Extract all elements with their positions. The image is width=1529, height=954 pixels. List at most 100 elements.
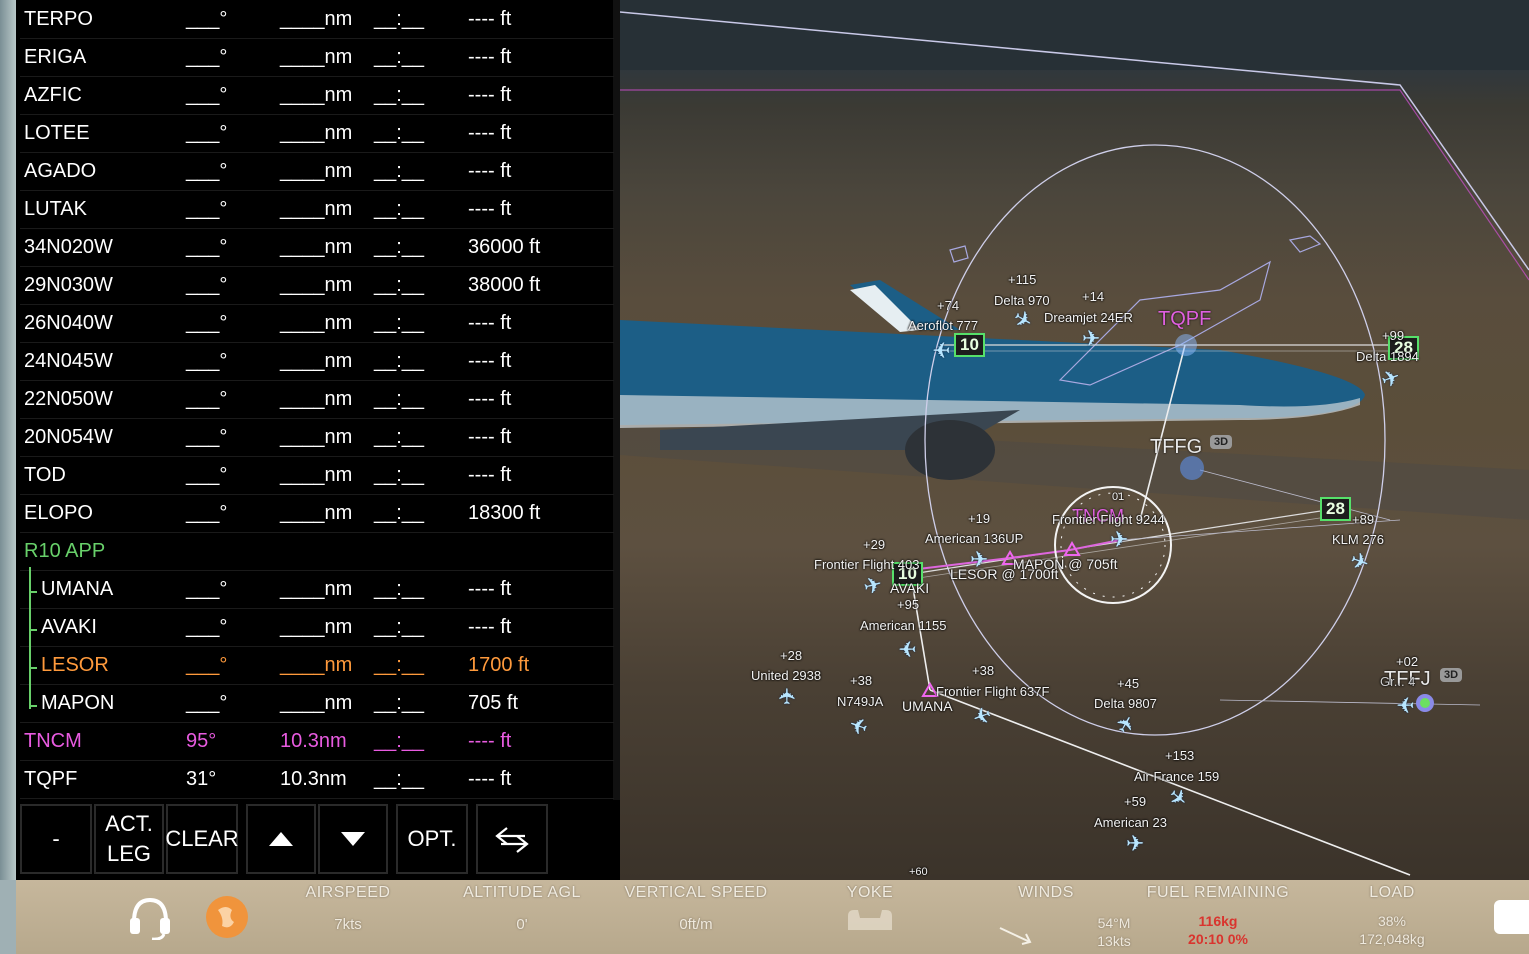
heading-value: ___° bbox=[186, 198, 228, 220]
flight-plan-row[interactable]: ELOPO ___° ____nm __:__ 18300 ft bbox=[20, 494, 614, 533]
traffic-callsign[interactable]: Air France 159 bbox=[1134, 769, 1219, 784]
distance-value: ____nm bbox=[280, 274, 353, 296]
flight-plan-row[interactable]: R10 APP bbox=[20, 532, 614, 571]
altitude-value[interactable]: ---- ft bbox=[468, 464, 511, 487]
altitude-value[interactable]: ---- ft bbox=[468, 578, 511, 601]
traffic-callsign[interactable]: Delta 1894 bbox=[1356, 349, 1419, 364]
traffic-callsign[interactable]: Frontier Flight 403 bbox=[814, 557, 920, 572]
waypoint-name: ELOPO bbox=[24, 502, 93, 524]
traffic-callsign[interactable]: American 23 bbox=[1094, 815, 1167, 830]
winds-speed: 13kts bbox=[1097, 933, 1131, 949]
heading-value: ___° bbox=[186, 236, 228, 258]
flight-plan-row[interactable]: LOTEE ___° ____nm __:__ ---- ft bbox=[20, 114, 614, 153]
altitude-value[interactable]: ---- ft bbox=[468, 84, 511, 107]
globe-icon[interactable] bbox=[206, 896, 248, 938]
traffic-plane-icon[interactable]: ✈ bbox=[932, 336, 950, 361]
options-button[interactable]: OPT. bbox=[396, 804, 468, 874]
traffic-plane-icon[interactable]: ✈ bbox=[1110, 530, 1128, 552]
flight-plan-row[interactable]: TQPF 31° 10.3nm __:__ ---- ft bbox=[20, 760, 614, 799]
flight-plan-row[interactable]: ERIGA ___° ____nm __:__ ---- ft bbox=[20, 38, 614, 77]
altitude-value[interactable]: ---- ft bbox=[468, 350, 511, 373]
traffic-plane-icon[interactable]: ✈ bbox=[1396, 691, 1414, 716]
clear-button[interactable]: CLEAR bbox=[165, 804, 239, 874]
altitude-value[interactable]: 18300 ft bbox=[468, 502, 540, 525]
altitude-value[interactable]: ---- ft bbox=[468, 426, 511, 449]
flight-plan-row[interactable]: LESOR ___° ____nm __:__ 1700 ft bbox=[20, 646, 614, 685]
eta-value: __:__ bbox=[374, 46, 425, 68]
traffic-plane-icon[interactable]: ✈ bbox=[898, 635, 916, 660]
altitude-value[interactable]: ---- ft bbox=[468, 616, 511, 639]
flight-plan-row[interactable]: MAPON ___° ____nm __:__ 705 ft bbox=[20, 684, 614, 723]
altitude-value[interactable]: ---- ft bbox=[468, 46, 511, 69]
traffic-callsign[interactable]: Gr... 4 bbox=[1380, 674, 1415, 689]
altitude-value[interactable]: 1700 ft bbox=[468, 654, 529, 677]
flight-plan-row[interactable]: UMANA ___° ____nm __:__ ---- ft bbox=[20, 570, 614, 609]
traffic-callsign[interactable]: N749JA bbox=[837, 694, 883, 709]
traffic-plane-icon[interactable]: ✈ bbox=[1126, 834, 1144, 856]
altitude-value[interactable]: 38000 ft bbox=[468, 274, 540, 297]
traffic-callsign[interactable]: United 2938 bbox=[751, 668, 821, 683]
traffic-callsign[interactable]: Aeroflot 777 bbox=[908, 318, 978, 333]
traffic-callsign[interactable]: KLM 276 bbox=[1332, 532, 1384, 547]
traffic-callsign[interactable]: Delta 9807 bbox=[1094, 696, 1157, 711]
heading-value: ___° bbox=[186, 350, 228, 372]
direct-to-button[interactable] bbox=[476, 804, 548, 874]
waypoint-name: TNCM bbox=[24, 730, 82, 752]
traffic-plane-icon[interactable]: ✈ bbox=[970, 550, 988, 572]
flight-plan-row[interactable]: 26N040W ___° ____nm __:__ ---- ft bbox=[20, 304, 614, 343]
altitude-value[interactable]: ---- ft bbox=[468, 160, 511, 183]
scroll-up-button[interactable] bbox=[246, 804, 316, 874]
altitude-value[interactable]: ---- ft bbox=[468, 312, 511, 335]
flight-plan-row[interactable]: LUTAK ___° ____nm __:__ ---- ft bbox=[20, 190, 614, 229]
traffic-callsign[interactable]: Frontier Flight 9244 bbox=[1052, 512, 1165, 527]
distance-value: ____nm bbox=[280, 388, 353, 410]
flight-plan-row[interactable]: TNCM 95° 10.3nm __:__ ---- ft bbox=[20, 722, 614, 761]
scroll-down-button[interactable] bbox=[318, 804, 388, 874]
eta-value: __:__ bbox=[374, 692, 425, 714]
traffic-plane-icon[interactable]: ✈ bbox=[776, 687, 801, 705]
altitude-value[interactable]: ---- ft bbox=[468, 768, 511, 791]
altitude-value[interactable]: 36000 ft bbox=[468, 236, 540, 259]
flight-plan-row[interactable]: 24N045W ___° ____nm __:__ ---- ft bbox=[20, 342, 614, 381]
traffic-callsign[interactable]: Dreamjet 24ER bbox=[1044, 310, 1133, 325]
panel-scrollbar[interactable] bbox=[613, 0, 620, 800]
distance-value: ____nm bbox=[280, 654, 353, 676]
flight-plan-row[interactable]: AZFIC ___° ____nm __:__ ---- ft bbox=[20, 76, 614, 115]
traffic-callsign[interactable]: American 1155 bbox=[860, 618, 946, 633]
headset-icon[interactable] bbox=[126, 894, 174, 944]
flight-plan-row[interactable]: AVAKI ___° ____nm __:__ ---- ft bbox=[20, 608, 614, 647]
distance-value: ____nm bbox=[280, 160, 353, 182]
traffic-callsign[interactable]: Frontier Flight 637F bbox=[936, 684, 1049, 699]
side-menu-tab[interactable] bbox=[1494, 900, 1529, 934]
fix-tffg[interactable]: TFFG bbox=[1150, 436, 1202, 459]
flight-plan-row[interactable]: AGADO ___° ____nm __:__ ---- ft bbox=[20, 152, 614, 191]
yoke-gauge[interactable]: YOKE bbox=[820, 884, 920, 939]
map-view[interactable]: TQPF TFFG 3D TFFJ 3D TNCM 10 28 28 10 AV… bbox=[620, 0, 1529, 880]
fix-tqpf[interactable]: TQPF bbox=[1158, 308, 1211, 331]
flight-plan-row[interactable]: 22N050W ___° ____nm __:__ ---- ft bbox=[20, 380, 614, 419]
flight-plan-row[interactable]: TERPO ___° ____nm __:__ ---- ft bbox=[20, 0, 614, 39]
altitude-value[interactable]: 705 ft bbox=[468, 692, 518, 715]
flight-plan-row[interactable]: 34N020W ___° ____nm __:__ 36000 ft bbox=[20, 228, 614, 267]
waypoint-name: LESOR bbox=[41, 654, 109, 676]
altitude-value[interactable]: ---- ft bbox=[468, 388, 511, 411]
altitude-value[interactable]: ---- ft bbox=[468, 8, 511, 31]
tffj-3d-tag[interactable]: 3D bbox=[1440, 668, 1463, 682]
altitude-value[interactable]: ---- ft bbox=[468, 122, 511, 145]
traffic-delta: +02 bbox=[1396, 654, 1419, 669]
traffic-callsign[interactable]: American 136UP bbox=[925, 531, 1023, 546]
flight-plan-row[interactable]: 20N054W ___° ____nm __:__ ---- ft bbox=[20, 418, 614, 457]
flight-plan-row[interactable]: 29N030W ___° ____nm __:__ 38000 ft bbox=[20, 266, 614, 305]
altitude-value[interactable]: ---- ft bbox=[468, 730, 511, 753]
traffic-plane-icon[interactable]: ✈ bbox=[1082, 329, 1100, 351]
waypoint-name: ERIGA bbox=[24, 46, 87, 68]
minus-button[interactable]: - bbox=[20, 804, 92, 874]
flight-plan-row[interactable]: TOD ___° ____nm __:__ ---- ft bbox=[20, 456, 614, 495]
traffic-delta: +153 bbox=[1165, 748, 1195, 763]
heading-value: ___° bbox=[186, 426, 228, 448]
altitude-value[interactable]: ---- ft bbox=[468, 198, 511, 221]
tffg-3d-tag[interactable]: 3D bbox=[1210, 435, 1233, 449]
act-leg-button[interactable]: ACT. LEG bbox=[94, 804, 164, 874]
act-leg-label-2: LEG bbox=[106, 841, 152, 866]
waypoint-name: LOTEE bbox=[24, 122, 90, 144]
